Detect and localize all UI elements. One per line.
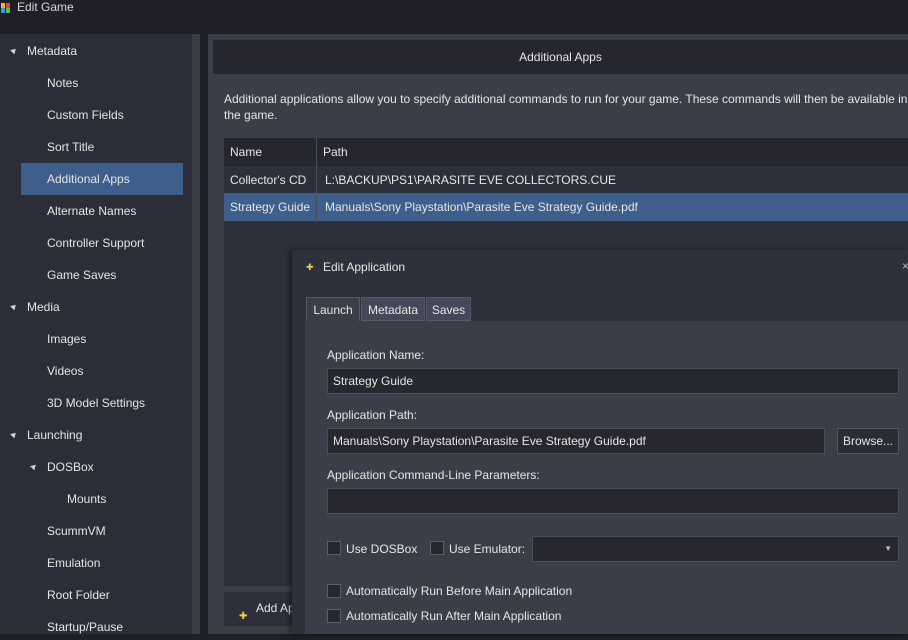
tree-item-media[interactable]: Media bbox=[0, 294, 192, 320]
title-bar: Edit Game bbox=[0, 0, 908, 30]
command-line-label: Application Command-Line Parameters: bbox=[327, 468, 540, 482]
tree-item-startup-pause[interactable]: Startup/Pause bbox=[0, 614, 192, 640]
column-header-path[interactable]: Path bbox=[317, 138, 908, 166]
tree-item-custom-fields[interactable]: Custom Fields bbox=[0, 102, 192, 128]
command-line-input[interactable] bbox=[327, 488, 899, 514]
app-icon bbox=[1, 3, 10, 13]
tree-item-videos[interactable]: Videos bbox=[0, 358, 192, 384]
auto-run-after-label: Automatically Run After Main Application bbox=[346, 609, 562, 623]
tree-item-notes[interactable]: Notes bbox=[0, 70, 192, 96]
tree-item-additional-apps[interactable]: Additional Apps bbox=[21, 163, 183, 195]
tree-item-alternate-names[interactable]: Alternate Names bbox=[0, 198, 192, 224]
auto-run-before-label: Automatically Run Before Main Applicatio… bbox=[346, 584, 573, 598]
close-icon[interactable]: × bbox=[902, 259, 908, 273]
auto-run-before-checkbox[interactable] bbox=[327, 584, 341, 598]
tree-item-metadata[interactable]: Metadata bbox=[0, 38, 192, 64]
column-divider bbox=[316, 138, 317, 221]
tree-item-scummvm[interactable]: ScummVM bbox=[0, 518, 192, 544]
dialog-title: Edit Application bbox=[323, 260, 406, 274]
application-path-input[interactable]: Manuals\Sony Playstation\Parasite Eve St… bbox=[327, 428, 825, 454]
tree-item-mounts[interactable]: Mounts bbox=[0, 486, 192, 512]
dialog-add-icon: ✚ bbox=[306, 262, 314, 272]
expand-arrow-icon[interactable] bbox=[10, 46, 18, 55]
panel-header: Additional Apps bbox=[213, 40, 908, 74]
expand-arrow-icon[interactable] bbox=[10, 430, 18, 439]
tree-item-controller-support[interactable]: Controller Support bbox=[0, 230, 192, 256]
tree-item-images[interactable]: Images bbox=[0, 326, 192, 352]
column-header-name[interactable]: Name bbox=[224, 138, 316, 166]
application-name-label: Application Name: bbox=[327, 348, 425, 362]
tree-item-game-saves[interactable]: Game Saves bbox=[0, 262, 192, 288]
expand-arrow-icon[interactable] bbox=[30, 462, 38, 471]
emulator-dropdown[interactable]: ▼ bbox=[532, 536, 899, 562]
chevron-down-icon: ▼ bbox=[884, 544, 892, 553]
tree-item-root-folder[interactable]: Root Folder bbox=[0, 582, 192, 608]
use-emulator-checkbox[interactable] bbox=[430, 541, 444, 555]
tab-metadata[interactable]: Metadata bbox=[361, 297, 425, 321]
table-row-path[interactable]: L:\BACKUP\PS1\PARASITE EVE COLLECTORS.CU… bbox=[317, 166, 908, 194]
tab-saves[interactable]: Saves bbox=[426, 297, 471, 321]
application-name-input[interactable]: Strategy Guide bbox=[327, 368, 899, 394]
tree-scrollbar[interactable] bbox=[192, 34, 200, 634]
tree-item-emulation[interactable]: Emulation bbox=[0, 550, 192, 576]
application-path-label: Application Path: bbox=[327, 408, 418, 422]
add-icon: ✚ bbox=[239, 611, 248, 622]
table-row-name[interactable]: Collector's CD bbox=[224, 166, 316, 194]
use-dosbox-checkbox[interactable] bbox=[327, 541, 341, 555]
expand-arrow-icon[interactable] bbox=[10, 302, 18, 311]
tree-item-launching[interactable]: Launching bbox=[0, 422, 192, 448]
table-row-name[interactable]: Strategy Guide bbox=[224, 193, 316, 221]
auto-run-after-checkbox[interactable] bbox=[327, 609, 341, 623]
use-dosbox-label: Use DOSBox bbox=[346, 542, 418, 556]
tree-item-3d-model-settings[interactable]: 3D Model Settings bbox=[0, 390, 192, 416]
tree-item-dosbox[interactable]: DOSBox bbox=[0, 454, 192, 480]
tab-launch[interactable]: Launch bbox=[306, 297, 360, 321]
table-row-path[interactable]: Manuals\Sony Playstation\Parasite Eve St… bbox=[317, 193, 908, 221]
use-emulator-label: Use Emulator: bbox=[449, 542, 526, 556]
panel-description: Additional applications allow you to spe… bbox=[224, 92, 908, 122]
browse-button[interactable]: Browse... bbox=[837, 428, 899, 454]
window-title: Edit Game bbox=[17, 0, 74, 14]
tree-item-sort-title[interactable]: Sort Title bbox=[0, 134, 192, 160]
